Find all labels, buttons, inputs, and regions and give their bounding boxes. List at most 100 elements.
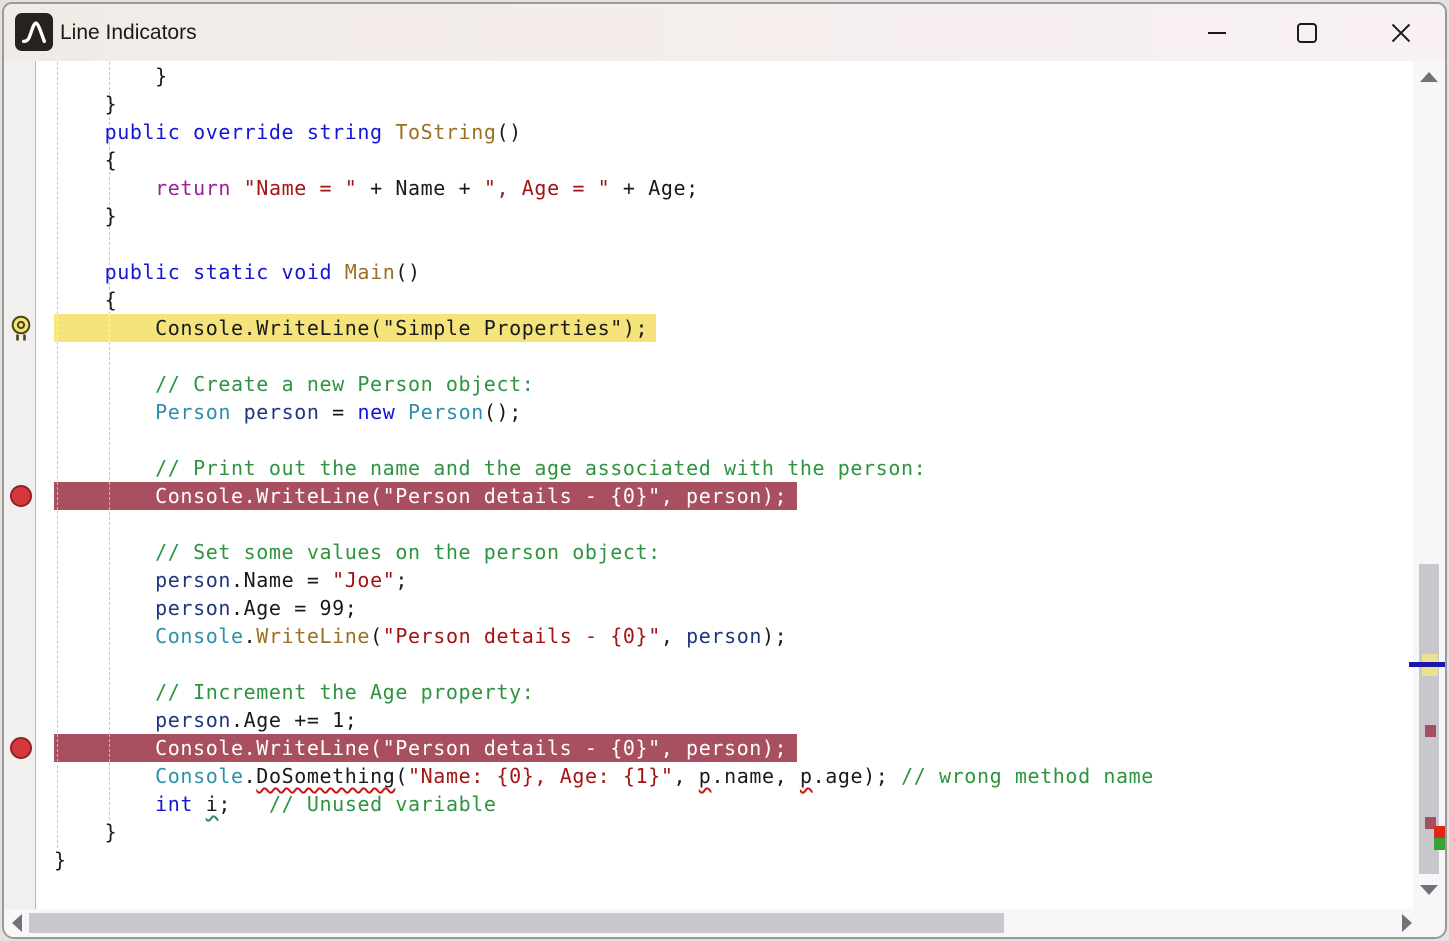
code-token: // wrong method name	[901, 764, 1154, 788]
code-token	[193, 792, 206, 816]
code-token	[395, 400, 408, 424]
error-mark	[1434, 826, 1446, 838]
code-line[interactable]: person.Name = "Joe";	[54, 566, 408, 594]
close-button[interactable]	[1378, 4, 1424, 61]
code-token: ,	[661, 624, 686, 648]
code-token: person	[686, 624, 762, 648]
code-editor[interactable]: } } public override string ToString() { …	[4, 4, 1445, 937]
code-token: (	[395, 764, 408, 788]
scroll-down-button[interactable]	[1420, 885, 1438, 895]
code-token: ()	[395, 260, 420, 284]
code-line[interactable]: Person person = new Person();	[54, 398, 522, 426]
code-token: DoSomething	[256, 764, 395, 788]
code-line[interactable]: return "Name = " + Name + ", Age = " + A…	[54, 174, 699, 202]
code-line[interactable]: Console.WriteLine("Person details - {0}"…	[54, 482, 797, 510]
code-token: Person	[155, 400, 231, 424]
code-token: }	[54, 820, 117, 844]
close-icon	[1390, 22, 1412, 44]
code-token: .Age = 99;	[231, 596, 357, 620]
code-line[interactable]: }	[54, 846, 67, 874]
code-token	[54, 708, 155, 732]
code-token	[54, 540, 155, 564]
code-token: ToString	[395, 120, 496, 144]
code-token: .	[244, 764, 257, 788]
code-token: ", Age = "	[484, 176, 610, 200]
code-token	[54, 456, 155, 480]
code-token: }	[54, 92, 117, 116]
code-token: .name,	[711, 764, 800, 788]
code-token: + Name +	[357, 176, 483, 200]
code-token	[54, 764, 155, 788]
code-line[interactable]: // Increment the Age property:	[54, 678, 534, 706]
code-token: int	[155, 792, 193, 816]
code-token: (	[370, 624, 383, 648]
maximize-icon	[1297, 23, 1317, 43]
code-line[interactable]: // Create a new Person object:	[54, 370, 534, 398]
code-token: Console.WriteLine("Person details - {0}"…	[54, 736, 787, 760]
code-line[interactable]: }	[54, 62, 168, 90]
title-bar[interactable]: Line Indicators	[4, 4, 1445, 61]
code-token: {	[54, 148, 117, 172]
code-line[interactable]: Console.WriteLine("Person details - {0}"…	[54, 734, 797, 762]
code-token: ;	[395, 568, 408, 592]
code-line[interactable]: public static void Main()	[54, 258, 421, 286]
code-token: {	[54, 288, 117, 312]
code-token	[231, 176, 244, 200]
code-line[interactable]: // Set some values on the person object:	[54, 538, 661, 566]
code-token: );	[762, 624, 787, 648]
code-line[interactable]: }	[54, 202, 117, 230]
app-window: Line Indicators } } public override stri…	[2, 2, 1447, 939]
scroll-up-button[interactable]	[1420, 72, 1438, 82]
code-line[interactable]: int i; // Unused variable	[54, 790, 497, 818]
code-token: Console	[155, 624, 244, 648]
code-token	[54, 260, 105, 284]
code-token: person	[155, 568, 231, 592]
code-token: Person	[408, 400, 484, 424]
code-line[interactable]: person.Age += 1;	[54, 706, 357, 734]
code-token: .	[244, 624, 257, 648]
code-token: Main	[345, 260, 396, 284]
code-token	[54, 176, 155, 200]
code-line[interactable]: person.Age = 99;	[54, 594, 357, 622]
code-token: Console	[155, 764, 244, 788]
code-line[interactable]: Console.WriteLine("Person details - {0}"…	[54, 622, 787, 650]
code-token: // Increment the Age property:	[155, 680, 534, 704]
code-token	[54, 624, 155, 648]
code-line[interactable]: Console.DoSomething("Name: {0}, Age: {1}…	[54, 762, 1154, 790]
code-token: .Name =	[231, 568, 332, 592]
code-token: // Create a new Person object:	[155, 372, 534, 396]
code-line[interactable]: }	[54, 90, 117, 118]
code-token: .age);	[813, 764, 902, 788]
code-line[interactable]: Console.WriteLine("Simple Properties");	[54, 314, 656, 342]
warning-mark	[1434, 838, 1446, 850]
code-token: i	[206, 792, 219, 816]
maximize-button[interactable]	[1284, 4, 1330, 61]
code-line[interactable]: // Print out the name and the age associ…	[54, 454, 926, 482]
horizontal-scrollbar-thumb[interactable]	[29, 913, 1004, 933]
code-token: Console.WriteLine("Simple Properties");	[54, 316, 648, 340]
breakpoint-indicator-icon[interactable]	[10, 485, 32, 507]
code-token: p	[699, 764, 712, 788]
breakpoint-indicator-icon[interactable]	[10, 737, 32, 759]
code-token: + Age;	[610, 176, 699, 200]
code-line[interactable]: public override string ToString()	[54, 118, 522, 146]
scroll-left-button[interactable]	[12, 914, 22, 932]
code-line[interactable]: }	[54, 818, 117, 846]
code-token: =	[320, 400, 358, 424]
code-line[interactable]: {	[54, 146, 117, 174]
code-token: person	[244, 400, 320, 424]
scroll-right-button[interactable]	[1402, 914, 1412, 932]
code-token: "Name: {0}, Age: {1}"	[408, 764, 673, 788]
minimize-button[interactable]	[1194, 4, 1240, 61]
code-token: .Age += 1;	[231, 708, 357, 732]
code-token: // Set some values on the person object:	[155, 540, 661, 564]
code-token: public static void	[105, 260, 333, 284]
code-token: "Person details - {0}"	[383, 624, 661, 648]
code-token: "Name = "	[244, 176, 358, 200]
code-token: // Print out the name and the age associ…	[155, 456, 926, 480]
code-token: ();	[484, 400, 522, 424]
code-token: ;	[218, 792, 269, 816]
code-line[interactable]: {	[54, 286, 117, 314]
code-token	[54, 680, 155, 704]
lightbulb-indicator-icon[interactable]	[10, 315, 32, 347]
